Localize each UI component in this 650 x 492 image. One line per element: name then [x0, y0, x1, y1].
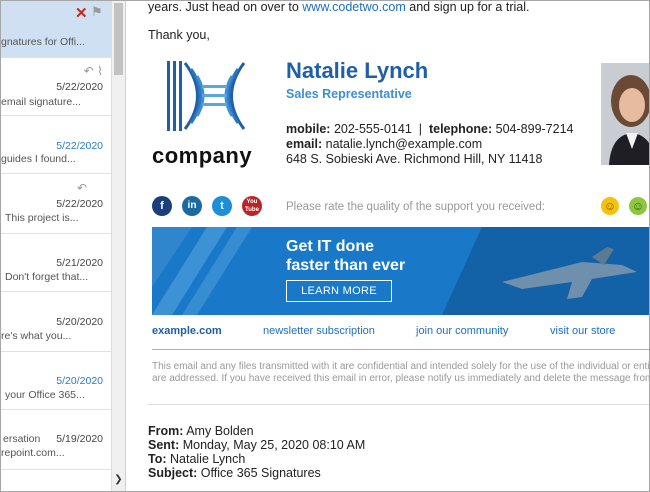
list-item-snippet: This project is...	[5, 212, 79, 224]
list-scrollbar[interactable]: ❯	[111, 1, 125, 491]
disclaimer: This email and any files transmitted wit…	[152, 361, 649, 385]
disclaimer-line-1: This email and any files transmitted wit…	[152, 361, 649, 372]
facebook-icon[interactable]: f	[152, 196, 172, 216]
reading-pane: years. Just head on over to www.codetwo.…	[126, 1, 649, 491]
list-item-date: 5/20/2020	[56, 375, 103, 387]
signature-role: Sales Representative	[286, 87, 412, 101]
linkedin-icon[interactable]: in	[182, 196, 202, 216]
subject-value: Office 365 Signatures	[200, 466, 321, 480]
body-text: and sign up for a trial.	[409, 1, 530, 14]
list-item-date: 5/20/2020	[56, 316, 103, 328]
mobile-number[interactable]: 202-555-0141	[334, 122, 412, 136]
list-item-date: 5/22/2020	[56, 140, 103, 152]
list-item-date: 5/22/2020	[56, 198, 103, 210]
rating-prompt: Please rate the quality of the support y…	[286, 201, 545, 213]
subject-label: Subject:	[148, 466, 198, 480]
twitter-icon[interactable]: t	[212, 196, 232, 216]
body-text: years. Just head on over to	[148, 1, 299, 14]
list-item-snippet: gnatures for Offi...	[1, 36, 85, 48]
window: ✕ ⚑ gnatures for Offi... ↶ ⌇ 5/22/2020 e…	[0, 0, 650, 492]
meta-to: To: Natalie Lynch	[148, 452, 245, 466]
body-text-line: years. Just head on over to www.codetwo.…	[148, 1, 529, 14]
portrait-icon	[601, 63, 649, 165]
contact-divider: |	[418, 122, 422, 136]
store-link[interactable]: visit our store	[550, 325, 615, 337]
telephone-number[interactable]: 504-899-7214	[496, 122, 574, 136]
list-item-snippet: Don't forget that...	[5, 271, 89, 283]
email-label: email:	[286, 137, 323, 151]
banner-title-line-2: faster than ever	[286, 257, 406, 274]
email-address[interactable]: natalie.lynch@example.com	[326, 137, 483, 151]
mobile-label: mobile:	[286, 122, 331, 136]
list-item-snippet: email signature...	[1, 96, 81, 108]
flag-icon[interactable]: ⚑	[91, 4, 103, 20]
from-label: From:	[148, 424, 184, 438]
signature-name: Natalie Lynch	[286, 58, 429, 83]
list-item[interactable]: 5/22/2020 guides I found...	[1, 115, 111, 174]
list-item-snippet: guides I found...	[1, 153, 76, 165]
list-item-snippet: re's what you...	[1, 330, 72, 342]
list-item-date: 5/21/2020	[56, 257, 103, 269]
company-logo-icon	[167, 61, 246, 131]
banner-title: Get IT done faster than ever	[286, 237, 486, 275]
telephone-label: telephone:	[428, 122, 493, 136]
site-link[interactable]: example.com	[152, 325, 222, 337]
list-item-sender: ersation	[3, 433, 41, 445]
contact-phones: mobile: 202-555-0141 | telephone: 504-89…	[286, 122, 574, 136]
list-item-snippet: repoint.com...	[1, 447, 65, 459]
meta-sent: Sent: Monday, May 25, 2020 08:10 AM	[148, 438, 365, 452]
closing-text: Thank you,	[148, 28, 210, 42]
meta-from: From: Amy Bolden	[148, 424, 254, 438]
list-item[interactable]: ↶ 5/22/2020 This project is...	[1, 173, 111, 234]
contact-email: email: natalie.lynch@example.com	[286, 137, 482, 151]
disclaimer-line-2: are addressed. If you have received this…	[152, 373, 649, 384]
community-link[interactable]: join our community	[416, 325, 508, 337]
smiley-happy-icon[interactable]: ☺	[601, 197, 619, 215]
reply-attachment-icon: ↶ ⌇	[83, 64, 103, 78]
to-label: To:	[148, 452, 167, 466]
promo-banner[interactable]: Get IT done faster than ever LEARN MORE	[152, 227, 649, 315]
to-value: Natalie Lynch	[170, 452, 246, 466]
codetwo-link[interactable]: www.codetwo.com	[302, 1, 406, 14]
signature-rule	[152, 349, 649, 350]
youtube-icon[interactable]: You Tube	[242, 196, 262, 216]
message-list: ✕ ⚑ gnatures for Offi... ↶ ⌇ 5/22/2020 e…	[1, 1, 111, 491]
list-item[interactable]: 5/20/2020 re's what you...	[1, 291, 111, 352]
learn-more-button[interactable]: LEARN MORE	[286, 280, 392, 302]
meta-subject: Subject: Office 365 Signatures	[148, 466, 321, 480]
list-item-date: 5/22/2020	[56, 81, 103, 93]
list-item[interactable]: 5/21/2020 Don't forget that...	[1, 233, 111, 292]
profile-photo	[601, 63, 649, 165]
list-item[interactable]: ersation 5/19/2020 repoint.com...	[1, 409, 111, 470]
company-wordmark: company	[152, 143, 253, 168]
reply-icon: ↶	[76, 181, 87, 195]
list-item-snippet: your Office 365...	[5, 389, 85, 401]
scrollbar-thumb[interactable]	[114, 3, 123, 75]
scroll-down-icon[interactable]: ❯	[112, 474, 125, 485]
list-item[interactable]: ↶ ⌇ 5/22/2020 email signature...	[1, 57, 111, 116]
sent-value: Monday, May 25, 2020 08:10 AM	[182, 438, 366, 452]
newsletter-link[interactable]: newsletter subscription	[263, 325, 375, 337]
from-value: Amy Bolden	[186, 424, 254, 438]
list-item-date: 5/19/2020	[56, 433, 103, 445]
list-item[interactable]: 5/20/2020 your Office 365...	[1, 351, 111, 410]
contact-address: 648 S. Sobieski Ave. Richmond Hill, NY 1…	[286, 152, 543, 166]
sent-label: Sent:	[148, 438, 180, 452]
delete-icon[interactable]: ✕	[75, 4, 88, 22]
quoted-separator	[148, 404, 649, 405]
company-logo: company	[152, 61, 267, 176]
list-item-selected[interactable]: ✕ ⚑ gnatures for Offi...	[1, 1, 111, 58]
smiley-good-icon[interactable]: ☺	[629, 197, 647, 215]
banner-title-line-1: Get IT done	[286, 238, 374, 255]
